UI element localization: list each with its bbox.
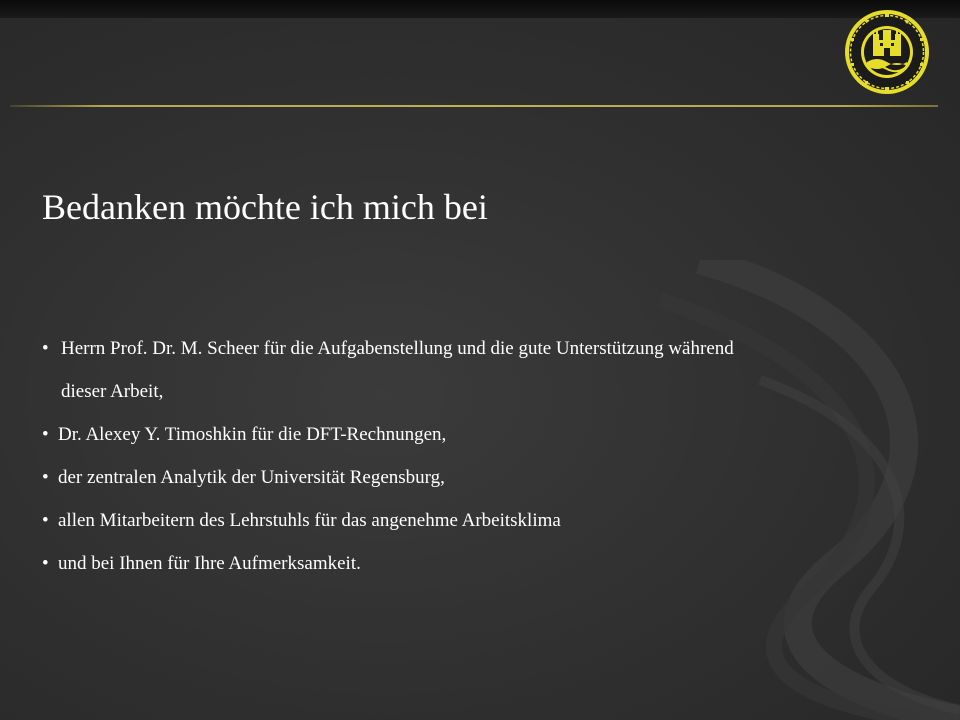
list-item: • allen Mitarbeitern des Lehrstuhls für d… [42,499,922,542]
bullet-icon: • [42,510,49,531]
slide-title: Bedanken möchte ich mich bei [42,187,488,227]
list-item: • Herrn Prof. Dr. M. Scheer für die Aufga… [42,327,922,413]
list-item-text: Herrn Prof. Dr. M. Scheer für die Aufgab… [61,338,734,359]
title-divider-line [10,105,938,107]
list-item-text-continuation: dieser Arbeit, [61,381,164,402]
acknowledgement-list: • Herrn Prof. Dr. M. Scheer für die Aufga… [42,327,922,585]
top-bar [0,0,960,18]
university-seal-icon [843,8,931,96]
bullet-icon: • [42,424,49,445]
list-item-text: der zentralen Analytik der Universität R… [58,467,445,488]
list-item: • und bei Ihnen für Ihre Aufmerksamkeit. [42,542,922,585]
bullet-icon: • [42,467,49,488]
list-item-text: und bei Ihnen für Ihre Aufmerksamkeit. [58,553,361,574]
list-item: • der zentralen Analytik der Universität … [42,456,922,499]
bullet-icon: • [42,553,49,574]
list-item-text: Dr. Alexey Y. Timoshkin für die DFT-Rech… [58,424,447,445]
list-item: • Dr. Alexey Y. Timoshkin für die DFT-Rec… [42,413,922,456]
list-item-text: allen Mitarbeitern des Lehrstuhls für da… [58,510,561,531]
bullet-icon: • [42,338,49,359]
